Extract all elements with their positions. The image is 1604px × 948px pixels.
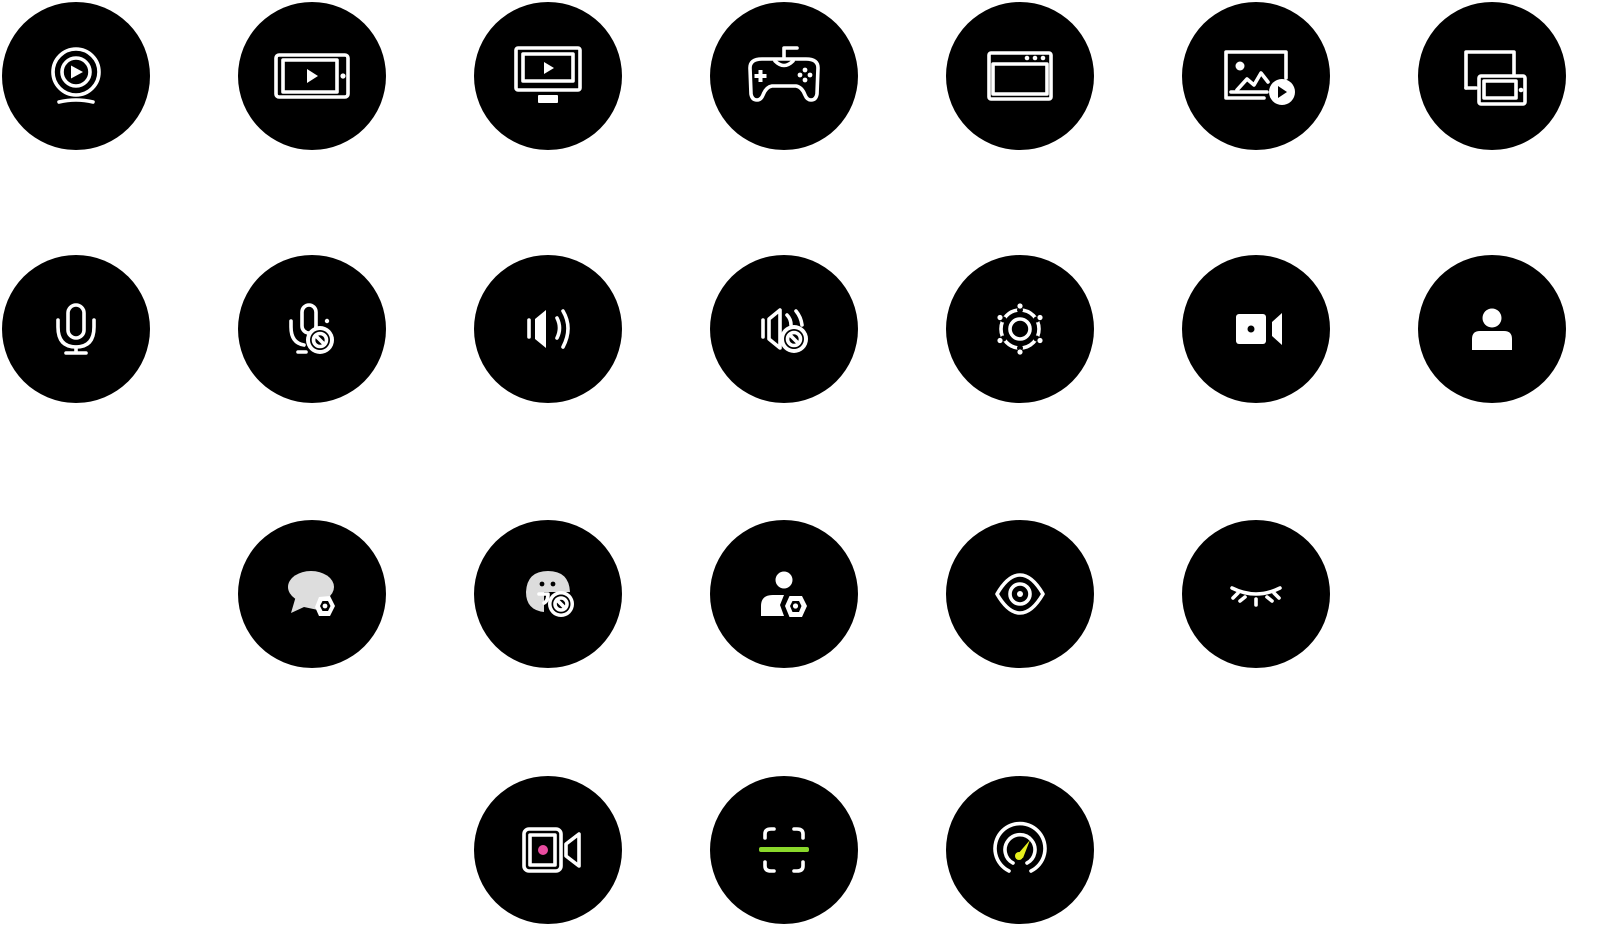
scan-frame-button[interactable] — [710, 776, 858, 924]
chat-settings-button[interactable] — [238, 520, 386, 668]
multi-screen-button[interactable] — [1418, 2, 1566, 150]
image-video-icon — [1224, 50, 1295, 105]
eye-icon — [995, 573, 1045, 615]
user-icon — [1472, 308, 1512, 350]
webcam-broadcast-button[interactable] — [2, 2, 150, 150]
speaker-icon — [527, 309, 570, 349]
user-settings-button[interactable] — [710, 520, 858, 668]
gear-icon — [997, 303, 1043, 355]
multi-screen-icon — [1464, 50, 1527, 106]
microphone-blocked-button[interactable] — [238, 255, 386, 403]
browser-window-button[interactable] — [946, 2, 1094, 150]
microphone-button[interactable] — [2, 255, 150, 403]
gamepad-icon — [748, 46, 820, 102]
scan-frame-icon — [759, 827, 809, 873]
chat-settings-icon — [288, 571, 335, 616]
record-camera-icon — [522, 827, 581, 873]
performance-gauge-icon — [993, 821, 1047, 873]
gear-button[interactable] — [946, 255, 1094, 403]
tablet-video-button[interactable] — [238, 2, 386, 150]
emoji-blocked-button[interactable] — [474, 520, 622, 668]
browser-window-icon — [987, 51, 1053, 101]
image-video-button[interactable] — [1182, 2, 1330, 150]
record-camera-button[interactable] — [474, 776, 622, 924]
eye-closed-icon — [1230, 586, 1282, 607]
monitor-video-icon — [514, 46, 582, 103]
microphone-blocked-icon — [289, 303, 334, 354]
gamepad-button[interactable] — [710, 2, 858, 150]
emoji-blocked-icon — [526, 571, 574, 617]
monitor-video-button[interactable] — [474, 2, 622, 150]
eye-button[interactable] — [946, 520, 1094, 668]
microphone-icon — [56, 303, 96, 355]
user-settings-icon — [761, 571, 807, 617]
webcam-broadcast-icon — [51, 47, 101, 104]
user-button[interactable] — [1418, 255, 1566, 403]
speaker-button[interactable] — [474, 255, 622, 403]
camera-icon — [1236, 313, 1282, 345]
eye-closed-button[interactable] — [1182, 520, 1330, 668]
speaker-blocked-button[interactable] — [710, 255, 858, 403]
tablet-video-icon — [274, 53, 350, 99]
performance-gauge-button[interactable] — [946, 776, 1094, 924]
speaker-blocked-icon — [761, 308, 808, 353]
camera-button[interactable] — [1182, 255, 1330, 403]
